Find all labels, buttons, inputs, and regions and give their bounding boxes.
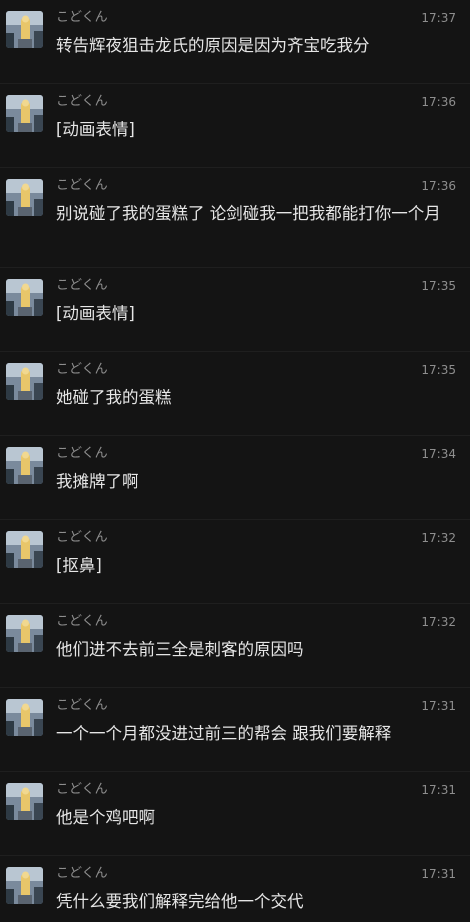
message-time: 17:35 [421, 279, 456, 293]
message-item[interactable]: こどくん 17:35 她碰了我的蛋糕 [0, 352, 470, 436]
message-text: 我摊牌了啊 [56, 472, 139, 491]
message-text: 他是个鸡吧啊 [56, 808, 155, 827]
message-text: 她碰了我的蛋糕 [56, 388, 172, 407]
sender-name: こどくん [56, 446, 108, 461]
message-text: [动画表情] [56, 120, 135, 139]
sender-name: こどくん [56, 10, 108, 25]
message-text: 转告辉夜狙击龙氏的原因是因为齐宝吃我分 [56, 36, 370, 55]
message-item[interactable]: こどくん 17:34 我摊牌了啊 [0, 436, 470, 520]
message-time: 17:36 [421, 179, 456, 193]
message-text: 一个一个月都没进过前三的帮会 跟我们要解释 [56, 724, 392, 743]
sender-name: こどくん [56, 278, 108, 293]
message-item[interactable]: こどくん 17:32 [抠鼻] [0, 520, 470, 604]
sender-name: こどくん [56, 698, 108, 713]
message-time: 17:32 [421, 531, 456, 545]
message-item[interactable]: こどくん 17:36 别说碰了我的蛋糕了 论剑碰我一把我都能打你一个月 [0, 168, 470, 268]
avatar[interactable] [6, 11, 43, 48]
message-text: 别说碰了我的蛋糕了 论剑碰我一把我都能打你一个月 [56, 204, 441, 223]
message-text: [动画表情] [56, 304, 135, 323]
message-time: 17:31 [421, 867, 456, 881]
sender-name: こどくん [56, 782, 108, 797]
sender-name: こどくん [56, 178, 108, 193]
message-item[interactable]: こどくん 17:37 转告辉夜狙击龙氏的原因是因为齐宝吃我分 [0, 0, 470, 84]
message-text: 凭什么要我们解释完给他一个交代 [56, 892, 304, 911]
message-time: 17:32 [421, 615, 456, 629]
message-time: 17:31 [421, 699, 456, 713]
message-item[interactable]: こどくん 17:36 [动画表情] [0, 84, 470, 168]
message-time: 17:35 [421, 363, 456, 377]
message-time: 17:34 [421, 447, 456, 461]
avatar[interactable] [6, 363, 43, 400]
message-list[interactable]: こどくん 17:37 转告辉夜狙击龙氏的原因是因为齐宝吃我分 こどくん 17:3… [0, 0, 470, 922]
message-time: 17:36 [421, 95, 456, 109]
avatar[interactable] [6, 615, 43, 652]
message-text: 他们进不去前三全是刺客的原因吗 [56, 640, 304, 659]
avatar[interactable] [6, 179, 43, 216]
avatar[interactable] [6, 531, 43, 568]
sender-name: こどくん [56, 362, 108, 377]
avatar[interactable] [6, 699, 43, 736]
message-item[interactable]: こどくん 17:31 一个一个月都没进过前三的帮会 跟我们要解释 [0, 688, 470, 772]
message-item[interactable]: こどくん 17:32 他们进不去前三全是刺客的原因吗 [0, 604, 470, 688]
sender-name: こどくん [56, 530, 108, 545]
sender-name: こどくん [56, 866, 108, 881]
avatar[interactable] [6, 95, 43, 132]
message-item[interactable]: こどくん 17:31 他是个鸡吧啊 [0, 772, 470, 856]
sender-name: こどくん [56, 94, 108, 109]
message-time: 17:31 [421, 783, 456, 797]
avatar[interactable] [6, 783, 43, 820]
avatar[interactable] [6, 279, 43, 316]
avatar[interactable] [6, 447, 43, 484]
sender-name: こどくん [56, 614, 108, 629]
message-item[interactable]: こどくん 17:31 凭什么要我们解释完给他一个交代 [0, 856, 470, 922]
message-item[interactable]: こどくん 17:35 [动画表情] [0, 268, 470, 352]
message-text: [抠鼻] [56, 556, 102, 575]
avatar[interactable] [6, 867, 43, 904]
message-time: 17:37 [421, 11, 456, 25]
